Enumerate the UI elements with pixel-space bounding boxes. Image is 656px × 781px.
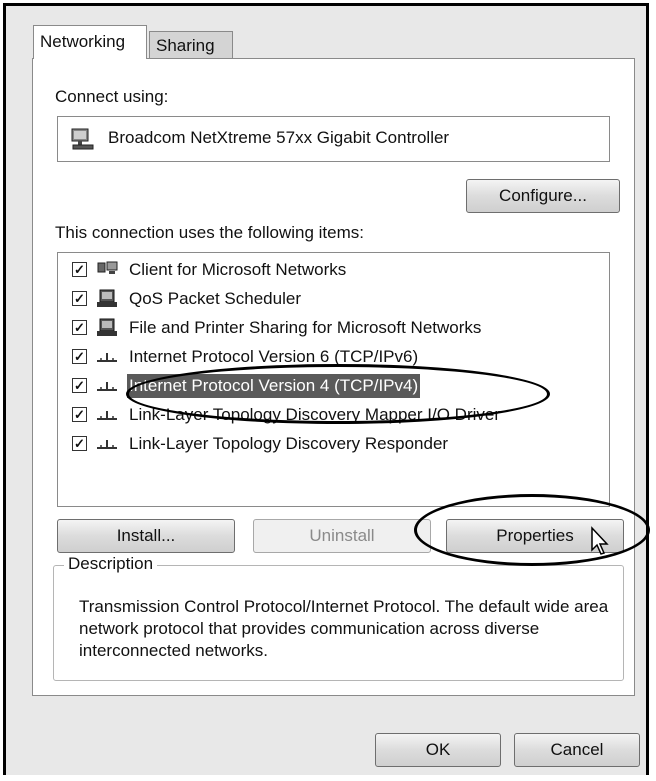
components-list[interactable]: ✓ Client for Microsoft Networks ✓ QoS Pa… [57, 252, 610, 507]
tab-networking[interactable]: Networking [33, 25, 147, 59]
item-label: Link-Layer Topology Discovery Mapper I/O… [129, 405, 500, 424]
protocol-icon [97, 353, 117, 362]
checkbox[interactable]: ✓ [72, 262, 87, 277]
protocol-icon [97, 411, 117, 420]
checkbox[interactable]: ✓ [72, 291, 87, 306]
checkbox[interactable]: ✓ [72, 407, 87, 422]
checkbox[interactable]: ✓ [72, 436, 87, 451]
item-label: QoS Packet Scheduler [129, 289, 301, 308]
tab-sharing[interactable]: Sharing [149, 31, 233, 59]
mouse-cursor-icon [591, 526, 609, 555]
checkbox[interactable]: ✓ [72, 378, 87, 393]
service-icon [97, 318, 117, 336]
description-legend: Description [64, 554, 158, 574]
item-label: Internet Protocol Version 6 (TCP/IPv6) [129, 347, 419, 366]
network-adapter-icon [71, 128, 94, 150]
description-group: Description Transmission Control Protoco… [53, 554, 624, 681]
networking-panel: Connect using: Broadcom NetXtreme 57xx G… [32, 58, 635, 696]
install-button[interactable]: Install... [57, 519, 235, 553]
item-label: Client for Microsoft Networks [129, 260, 347, 279]
item-label: File and Printer Sharing for Microsoft N… [129, 318, 482, 337]
adapter-box: Broadcom NetXtreme 57xx Gigabit Controll… [57, 116, 610, 162]
networking-properties-dialog: Networking Sharing Connect using: Broadc… [3, 3, 650, 775]
connect-using-label: Connect using: [55, 87, 169, 106]
description-text: Transmission Control Protocol/Internet P… [79, 597, 609, 660]
configure-button[interactable]: Configure... [466, 179, 620, 213]
item-label: Link-Layer Topology Discovery Responder [129, 434, 449, 453]
checkbox[interactable]: ✓ [72, 349, 87, 364]
protocol-icon [97, 382, 117, 391]
service-icon [97, 289, 117, 307]
ok-button[interactable]: OK [375, 733, 501, 767]
uninstall-button[interactable]: Uninstall [253, 519, 431, 553]
protocol-icon [97, 440, 117, 449]
adapter-name: Broadcom NetXtreme 57xx Gigabit Controll… [108, 128, 450, 147]
checkbox[interactable]: ✓ [72, 320, 87, 335]
cancel-button[interactable]: Cancel [514, 733, 640, 767]
network-client-icon [97, 261, 118, 274]
items-label: This connection uses the following items… [55, 223, 364, 242]
item-label: Internet Protocol Version 4 (TCP/IPv4) [127, 374, 421, 398]
